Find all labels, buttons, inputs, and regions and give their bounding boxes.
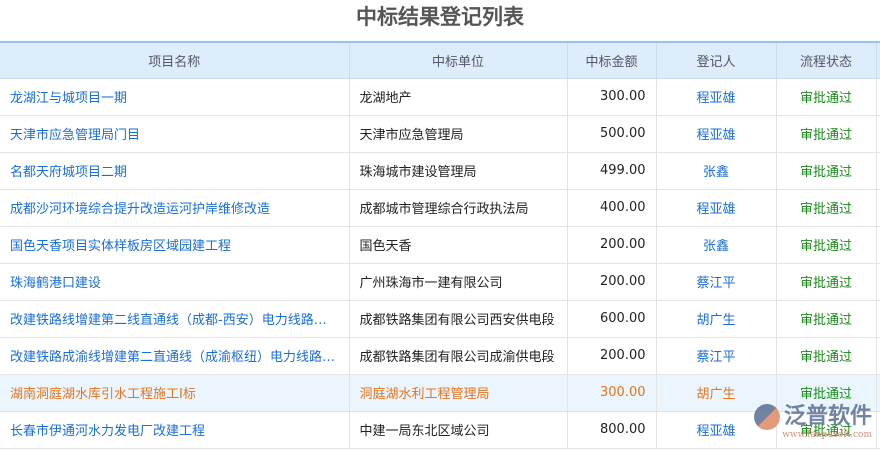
logo-text: 泛普软件: [783, 404, 872, 429]
bid-amount: 200.00: [567, 263, 657, 301]
logo-url: www.fanpusoft.com: [782, 430, 872, 440]
col-header-unit[interactable]: 中标单位: [349, 42, 568, 79]
extra-cell: [876, 115, 880, 153]
fanpusoft-logo: 泛普软件 www.fanpusoft.com: [753, 404, 872, 440]
winning-unit: 成都铁路集团有限公司西安供电段: [349, 300, 568, 338]
table-row[interactable]: 成都沙河环境综合提升改造运河护岸维修改造 成都城市管理综合行政执法局 400.00 程…: [0, 189, 880, 227]
project-name-link[interactable]: 长春市伊通河水力发电厂改建工程: [0, 411, 350, 449]
bid-amount: 499.00: [567, 152, 657, 190]
bid-amount: 500.00: [567, 115, 657, 153]
extra-cell: [876, 189, 880, 227]
project-name-link[interactable]: 龙湖江与城项目一期: [0, 78, 350, 116]
bid-amount: 800.00: [567, 411, 657, 449]
registrant-link[interactable]: 程亚雄: [656, 78, 777, 116]
bid-amount: 200.00: [567, 337, 657, 375]
bid-amount: 600.00: [567, 300, 657, 338]
project-name-link[interactable]: 改建铁路成渝线增建第二直通线（成渝枢纽）电力线路迁改工程: [0, 337, 350, 375]
project-name-link[interactable]: 名都天府城项目二期: [0, 152, 350, 190]
process-status: 审批通过: [776, 152, 877, 190]
extra-cell: [876, 152, 880, 190]
table-row[interactable]: 改建铁路线增建第二线直通线（成都-西安）电力线路迁改工程 成都铁路集团有限公司西安…: [0, 300, 880, 338]
col-header-project[interactable]: 项目名称: [0, 42, 350, 79]
process-status: 审批通过: [776, 189, 877, 227]
process-status: 审批通过: [776, 337, 877, 375]
process-status: 审批通过: [776, 115, 877, 153]
registrant-link[interactable]: 蔡江平: [656, 337, 777, 375]
process-status: 审批通过: [776, 263, 877, 301]
bid-amount: 300.00: [567, 374, 657, 412]
registrant-link[interactable]: 程亚雄: [656, 115, 777, 153]
winning-unit: 天津市应急管理局: [349, 115, 568, 153]
process-status: 审批通过: [776, 78, 877, 116]
registrant-link[interactable]: 张鑫: [656, 226, 777, 264]
project-name-link[interactable]: 成都沙河环境综合提升改造运河护岸维修改造: [0, 189, 350, 227]
table-row[interactable]: 国色天香项目实体样板房区域园建工程 国色天香 200.00 张鑫 审批通过: [0, 226, 880, 264]
winning-unit: 珠海城市建设管理局: [349, 152, 568, 190]
col-header-person[interactable]: 登记人: [656, 42, 777, 79]
registrant-link[interactable]: 程亚雄: [656, 189, 777, 227]
extra-cell: [876, 300, 880, 338]
winning-unit: 广州珠海市一建有限公司: [349, 263, 568, 301]
winning-unit: 国色天香: [349, 226, 568, 264]
table-row[interactable]: 龙湖江与城项目一期 龙湖地产 300.00 程亚雄 审批通过: [0, 78, 880, 116]
registrant-link[interactable]: 张鑫: [656, 152, 777, 190]
results-table: 项目名称 中标单位 中标金额 登记人 流程状态 龙湖江与城项目一期 龙湖地产 300…: [0, 41, 880, 449]
project-name-link[interactable]: 天津市应急管理局门目: [0, 115, 350, 153]
extra-cell: [876, 337, 880, 375]
page-title: 中标结果登记列表: [356, 5, 524, 29]
registrant-link[interactable]: 胡广生: [656, 300, 777, 338]
project-name-link[interactable]: 湖南洞庭湖水库引水工程施工I标: [0, 374, 350, 412]
extra-cell: [876, 411, 880, 449]
table-row[interactable]: 名都天府城项目二期 珠海城市建设管理局 499.00 张鑫 审批通过: [0, 152, 880, 190]
bid-amount: 300.00: [567, 78, 657, 116]
winning-unit: 成都铁路集团有限公司成渝供电段: [349, 337, 568, 375]
col-header-extra: [876, 42, 880, 79]
process-status: 审批通过: [776, 300, 877, 338]
project-name-link[interactable]: 珠海鹤港口建设: [0, 263, 350, 301]
col-header-status[interactable]: 流程状态: [776, 42, 877, 79]
winning-unit: 洞庭湖水利工程管理局: [349, 374, 568, 412]
table-row[interactable]: 湖南洞庭湖水库引水工程施工I标 洞庭湖水利工程管理局 300.00 胡广生 审批通过: [0, 374, 880, 412]
extra-cell: [876, 78, 880, 116]
bid-amount: 200.00: [567, 226, 657, 264]
extra-cell: [876, 374, 880, 412]
table-row[interactable]: 长春市伊通河水力发电厂改建工程 中建一局东北区域公司 800.00 程亚雄 审批通过: [0, 411, 880, 449]
winning-unit: 中建一局东北区域公司: [349, 411, 568, 449]
registrant-link[interactable]: 蔡江平: [656, 263, 777, 301]
project-name-link[interactable]: 改建铁路线增建第二线直通线（成都-西安）电力线路迁改工程: [0, 300, 350, 338]
winning-unit: 成都城市管理综合行政执法局: [349, 189, 568, 227]
logo-icon: [753, 404, 780, 430]
extra-cell: [876, 263, 880, 301]
winning-unit: 龙湖地产: [349, 78, 568, 116]
table-row[interactable]: 珠海鹤港口建设 广州珠海市一建有限公司 200.00 蔡江平 审批通过: [0, 263, 880, 301]
table-row[interactable]: 天津市应急管理局门目 天津市应急管理局 500.00 程亚雄 审批通过: [0, 115, 880, 153]
extra-cell: [876, 226, 880, 264]
project-name-link[interactable]: 国色天香项目实体样板房区域园建工程: [0, 226, 350, 264]
bid-amount: 400.00: [567, 189, 657, 227]
table-row[interactable]: 改建铁路成渝线增建第二直通线（成渝枢纽）电力线路迁改工程 成都铁路集团有限公司成渝…: [0, 337, 880, 375]
col-header-amount[interactable]: 中标金额: [567, 42, 657, 79]
process-status: 审批通过: [776, 226, 877, 264]
